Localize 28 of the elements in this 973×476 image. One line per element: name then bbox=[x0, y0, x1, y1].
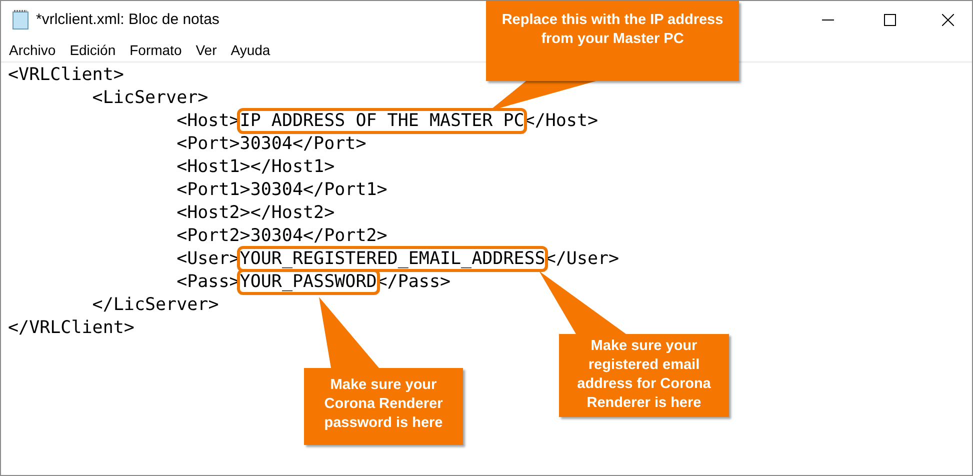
menu-item[interactable]: Ayuda bbox=[230, 40, 270, 60]
maximize-icon[interactable] bbox=[884, 14, 896, 26]
code-text: </User> bbox=[545, 249, 620, 269]
code-text: <Host> bbox=[176, 111, 240, 131]
code-text: </LicServer> bbox=[91, 295, 219, 315]
menu-item[interactable]: Ver bbox=[196, 40, 217, 60]
callout-pointer bbox=[319, 297, 379, 368]
code-text: <Host2></Host2> bbox=[176, 203, 335, 223]
code-text: <Port>30304</Port> bbox=[176, 134, 366, 154]
code-text: </VRLClient> bbox=[8, 318, 134, 338]
code-text: <Pass> bbox=[176, 272, 240, 292]
notepad-icon bbox=[12, 10, 30, 30]
highlighted-text: YOUR_REGISTERED_EMAIL_ADDRESS bbox=[240, 249, 546, 269]
menu-item[interactable]: Formato bbox=[130, 40, 182, 60]
highlighted-text: IP ADDRESS OF THE MASTER PC bbox=[240, 111, 524, 131]
highlighted-text: YOUR_PASSWORD bbox=[240, 272, 377, 292]
code-text: </Pass> bbox=[376, 272, 451, 292]
close-icon[interactable] bbox=[942, 14, 954, 26]
code-text: <Port1>30304</Port1> bbox=[176, 180, 388, 200]
menu-item[interactable]: Edición bbox=[70, 40, 116, 60]
code-text: </Host> bbox=[524, 111, 598, 131]
code-text: <User> bbox=[176, 249, 240, 269]
code-text: <Port2>30304</Port2> bbox=[176, 226, 388, 246]
code-text: <VRLClient> bbox=[8, 65, 124, 85]
code-text: <LicServer> bbox=[91, 88, 208, 108]
window-title: *vrlclient.xml: Bloc de notas bbox=[36, 10, 220, 30]
menu-item[interactable]: Archivo bbox=[9, 40, 56, 60]
code-text: <Host1></Host1> bbox=[176, 157, 335, 177]
